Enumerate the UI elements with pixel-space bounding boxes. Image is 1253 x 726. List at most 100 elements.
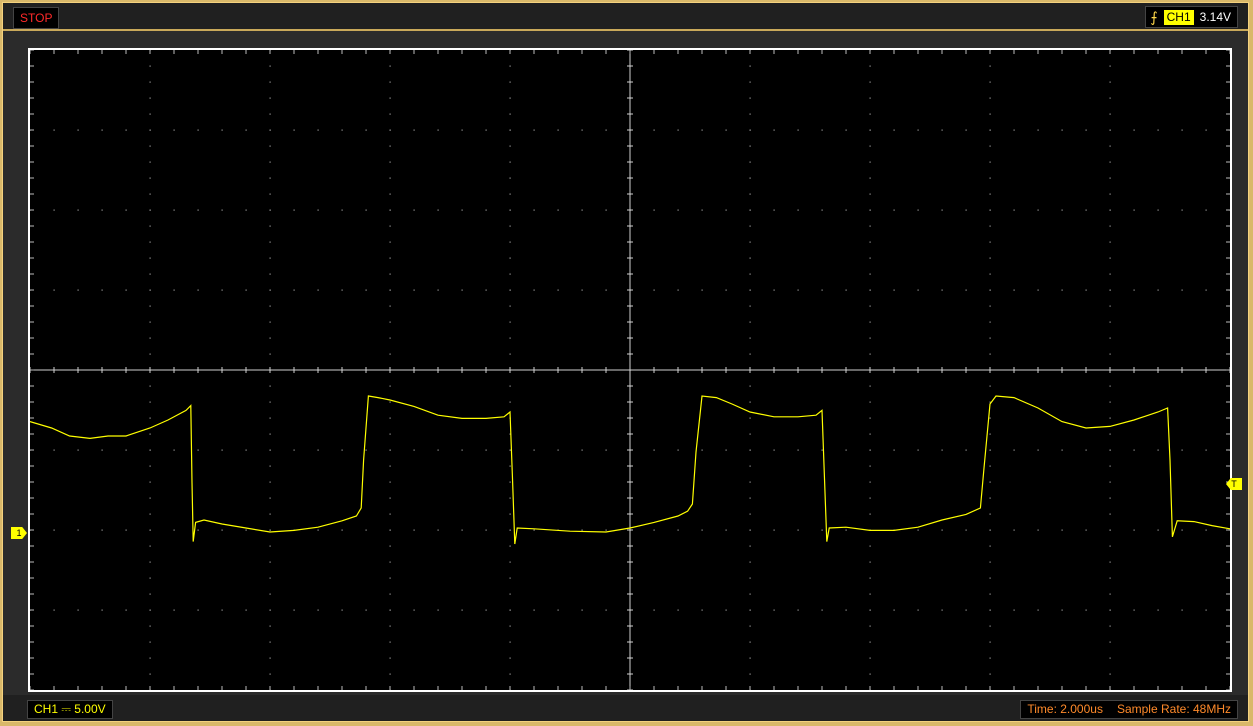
grid-dot <box>269 465 271 467</box>
grid-dot <box>1109 321 1111 323</box>
grid-dot <box>293 209 295 211</box>
grid-dot <box>389 161 391 163</box>
grid-dot <box>149 129 151 131</box>
grid-dot <box>485 609 487 611</box>
grid-dot <box>149 209 151 211</box>
grid-dot <box>149 145 151 147</box>
grid-dot <box>101 449 103 451</box>
grid-dot <box>797 609 799 611</box>
grid-dot <box>389 225 391 227</box>
grid-dot <box>437 529 439 531</box>
grid-dot <box>653 609 655 611</box>
grid-dot <box>1181 209 1183 211</box>
grid-dot <box>77 289 79 291</box>
grid-dot <box>1085 209 1087 211</box>
grid-dot <box>869 481 871 483</box>
grid-dot <box>989 81 991 83</box>
grid-dot <box>269 161 271 163</box>
grid-dot <box>461 289 463 291</box>
grid-dot <box>149 513 151 515</box>
waveform-display[interactable] <box>28 48 1232 692</box>
grid-dot <box>245 449 247 451</box>
grid-dot <box>989 417 991 419</box>
grid-dot <box>1037 609 1039 611</box>
grid-dot <box>389 113 391 115</box>
grid-dot <box>293 289 295 291</box>
grid-dot <box>605 529 607 531</box>
grid-dot <box>1061 289 1063 291</box>
grid-dot <box>197 209 199 211</box>
grid-dot <box>341 209 343 211</box>
grid-dot <box>1109 481 1111 483</box>
grid-dot <box>53 129 55 131</box>
grid-dot <box>845 449 847 451</box>
grid-dot <box>149 177 151 179</box>
grid-dot <box>989 609 991 611</box>
grid-dot <box>149 97 151 99</box>
grid-dot <box>749 673 751 675</box>
grid-dot <box>149 257 151 259</box>
grid-dot <box>653 529 655 531</box>
grid-dot <box>941 129 943 131</box>
grid-dot <box>509 545 511 547</box>
grid-dot <box>1061 129 1063 131</box>
grid-dot <box>749 433 751 435</box>
grid-dot <box>173 449 175 451</box>
channel-1-info[interactable]: CH1 ⎓ 5.00V <box>27 700 113 719</box>
grid-dot <box>221 609 223 611</box>
grid-dot <box>749 273 751 275</box>
grid-dot <box>509 465 511 467</box>
grid-dot <box>1085 529 1087 531</box>
grid-dot <box>245 129 247 131</box>
grid-dot <box>1109 641 1111 643</box>
grid-dot <box>1109 113 1111 115</box>
grid-dot <box>821 129 823 131</box>
grid-dot <box>869 113 871 115</box>
grid-dot <box>269 289 271 291</box>
grid-dot <box>749 241 751 243</box>
trigger-source: CH1 <box>1163 9 1194 25</box>
grid-dot <box>269 561 271 563</box>
run-stop-status[interactable]: STOP <box>13 7 60 29</box>
grid-dot <box>1181 609 1183 611</box>
grid-dot <box>1109 465 1111 467</box>
grid-dot <box>149 65 151 67</box>
grid-dot <box>677 609 679 611</box>
grid-dot <box>749 81 751 83</box>
grid-dot <box>701 449 703 451</box>
grid-dot <box>389 545 391 547</box>
grid-dot <box>1205 289 1207 291</box>
grid-dot <box>533 609 535 611</box>
grid-dot <box>149 481 151 483</box>
grid-dot <box>773 449 775 451</box>
grid-dot <box>53 209 55 211</box>
grid-dot <box>1061 449 1063 451</box>
grid-dot <box>245 529 247 531</box>
grid-dot <box>917 529 919 531</box>
grid-dot <box>509 577 511 579</box>
grid-dot <box>821 289 823 291</box>
grid-dot <box>77 529 79 531</box>
grid-dot <box>509 561 511 563</box>
grid-dot <box>869 513 871 515</box>
grid-dot <box>869 145 871 147</box>
grid-dot <box>509 305 511 307</box>
grid-dot <box>869 97 871 99</box>
grid-dot <box>869 625 871 627</box>
channel-name: CH1 <box>34 702 59 716</box>
grid-dot <box>557 609 559 611</box>
timebase-info[interactable]: Time: 2.000us Sample Rate: 48MHz <box>1020 700 1238 719</box>
grid-dot <box>389 385 391 387</box>
channel-1-ground-marker[interactable]: 1 <box>11 527 27 539</box>
grid-dot <box>749 465 751 467</box>
grid-dot <box>389 337 391 339</box>
grid-dot <box>749 113 751 115</box>
grid-dot <box>749 625 751 627</box>
grid-dot <box>989 289 991 291</box>
trigger-info[interactable]: ⨍ CH1 3.14V <box>1145 6 1238 28</box>
grid-dot <box>149 577 151 579</box>
grid-dot <box>1109 577 1111 579</box>
grid-dot <box>1109 673 1111 675</box>
grid-dot <box>605 129 607 131</box>
grid-dot <box>197 449 199 451</box>
